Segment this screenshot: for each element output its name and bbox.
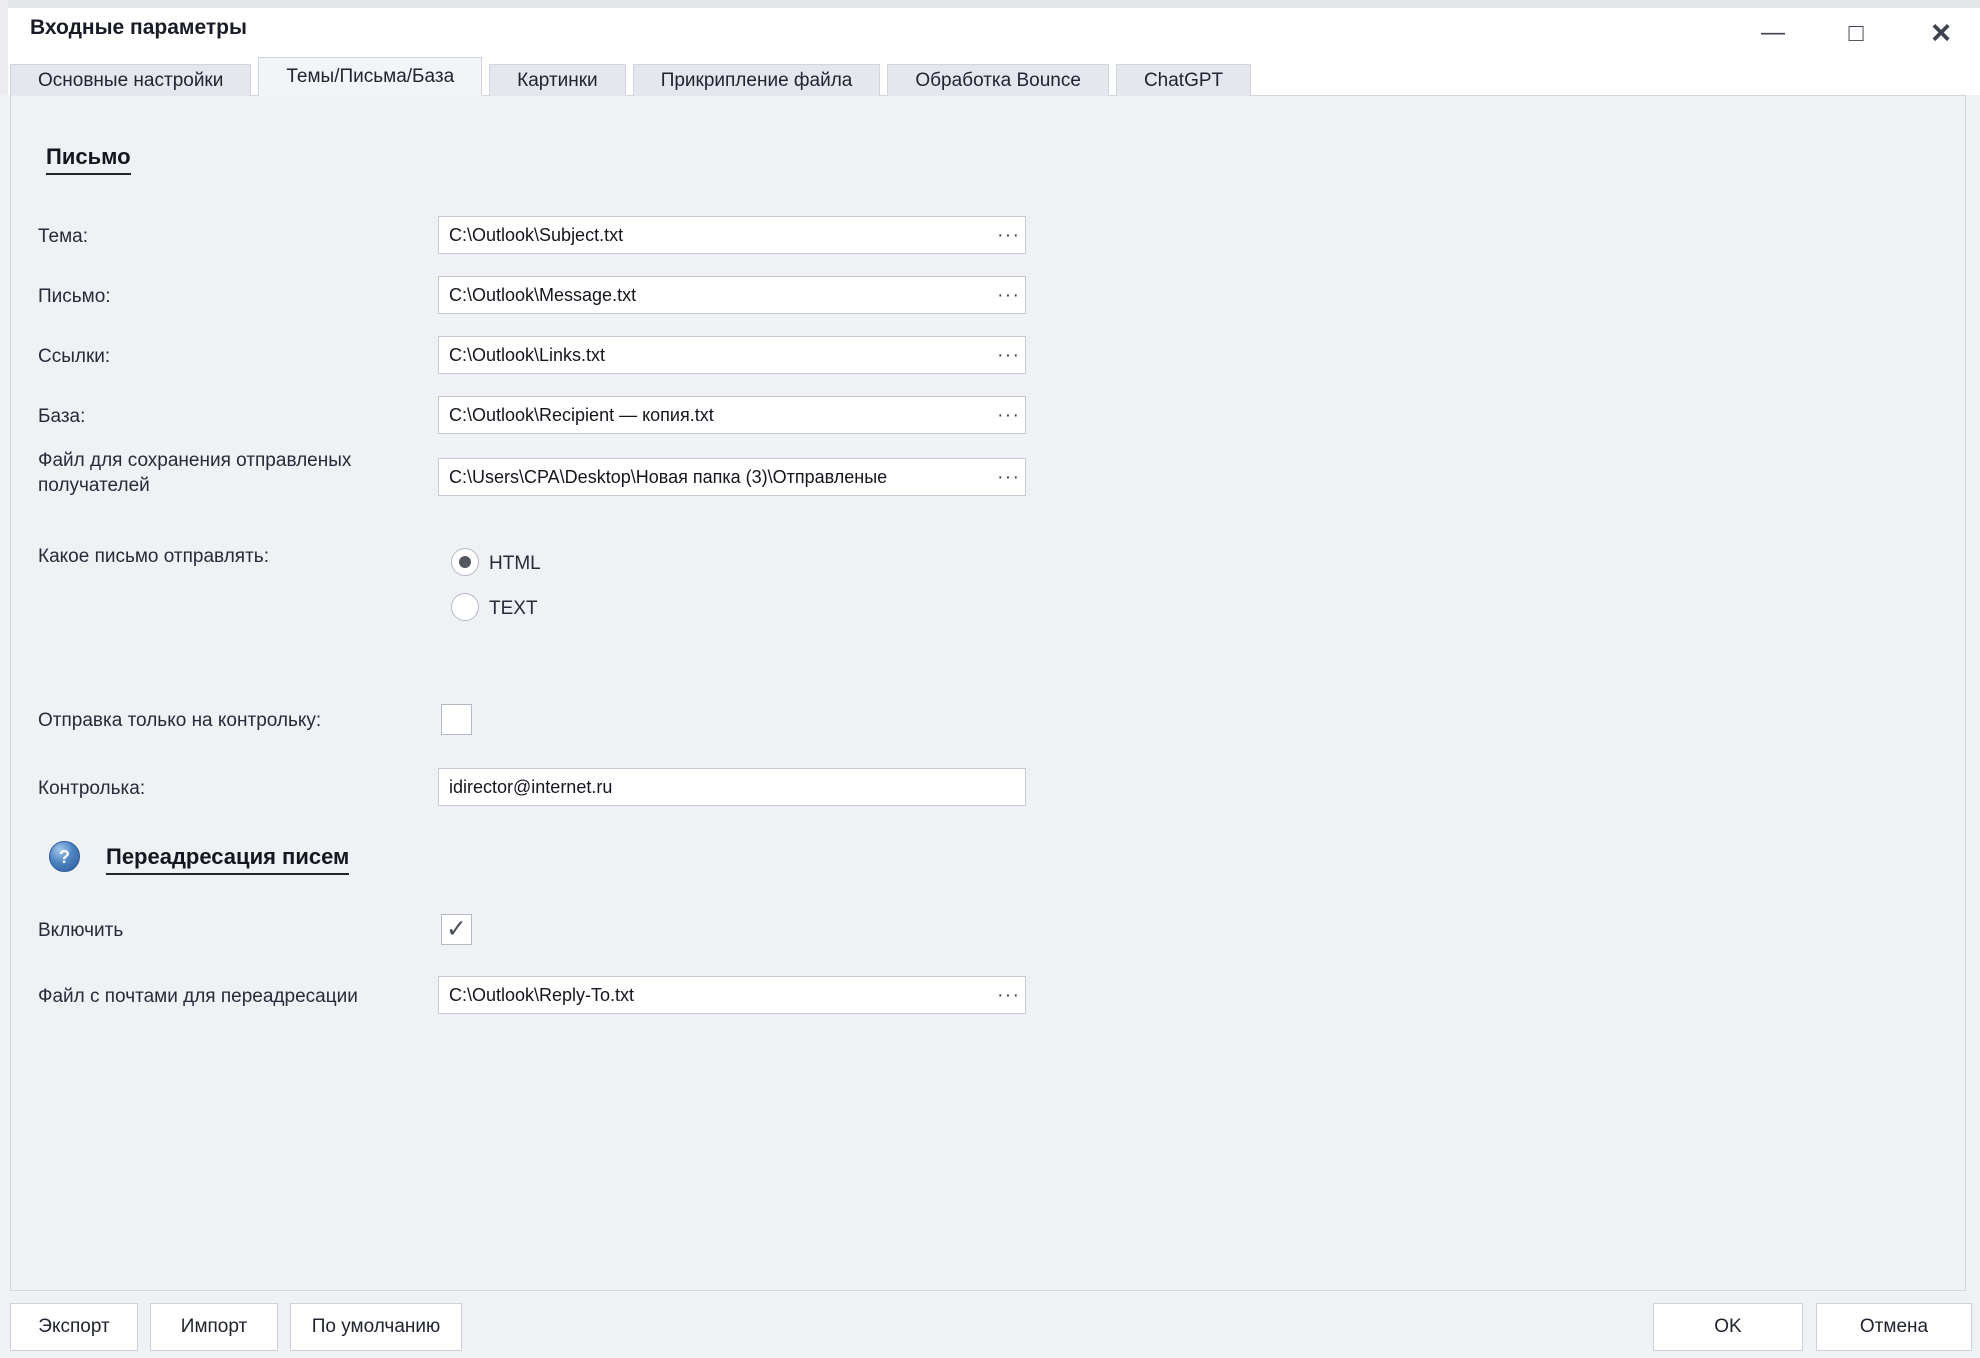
- minimize-button[interactable]: —: [1750, 10, 1796, 56]
- content-panel: Письмо Тема: ··· Письмо: ··· Ссылки: ···…: [10, 95, 1966, 1291]
- letter-section-heading: Письмо: [46, 144, 131, 175]
- ok-button[interactable]: OK: [1653, 1303, 1803, 1351]
- window-title: Входные параметры: [30, 16, 247, 40]
- links-browse-button[interactable]: ···: [991, 337, 1025, 373]
- tab-file-attachment[interactable]: Прикрипление файла: [633, 64, 881, 96]
- defaults-button[interactable]: По умолчанию: [290, 1303, 462, 1351]
- window-border-left: [0, 0, 8, 95]
- forwarding-section-heading: Переадресация писем: [106, 844, 349, 875]
- sent-recipients-file-label: Файл для сохранения отправленых получате…: [38, 448, 433, 498]
- close-icon: ×: [1931, 14, 1951, 53]
- input-parameters-dialog: { "window": { "title": "Входные параметр…: [0, 0, 1980, 1358]
- subject-browse-button[interactable]: ···: [991, 217, 1025, 253]
- base-label: База:: [38, 406, 85, 428]
- control-email-label: Контролька:: [38, 778, 145, 800]
- reply-to-file-label: Файл с почтами для переадресации: [38, 986, 358, 1008]
- tab-bar: Основные настройки Темы/Письма/База Карт…: [10, 57, 1258, 96]
- control-only-checkbox[interactable]: [441, 704, 472, 735]
- cancel-button[interactable]: Отмена: [1816, 1303, 1972, 1351]
- enable-forwarding-label: Включить: [38, 920, 123, 942]
- check-icon: ✓: [446, 915, 467, 943]
- radio-text-label[interactable]: TEXT: [489, 598, 538, 620]
- minimize-icon: —: [1761, 19, 1785, 47]
- radio-text[interactable]: [451, 593, 479, 621]
- radio-html-label[interactable]: HTML: [489, 553, 541, 575]
- radio-html[interactable]: [451, 548, 479, 576]
- subject-input[interactable]: [438, 216, 1026, 254]
- base-input[interactable]: [438, 396, 1026, 434]
- sent-recipients-file-input[interactable]: [438, 458, 1026, 496]
- tab-themes-letters-base[interactable]: Темы/Письма/База: [258, 57, 482, 96]
- links-label: Ссылки:: [38, 346, 110, 368]
- links-input[interactable]: [438, 336, 1026, 374]
- maximize-button[interactable]: □: [1833, 10, 1879, 56]
- control-only-label: Отправка только на контрольку:: [38, 710, 321, 732]
- tab-bounce-processing[interactable]: Обработка Bounce: [887, 64, 1109, 96]
- message-input[interactable]: [438, 276, 1026, 314]
- message-browse-button[interactable]: ···: [991, 277, 1025, 313]
- base-browse-button[interactable]: ···: [991, 397, 1025, 433]
- close-button[interactable]: ×: [1918, 10, 1964, 56]
- maximize-icon: □: [1848, 19, 1863, 48]
- send-type-label: Какое письмо отправлять:: [38, 546, 269, 568]
- message-label: Письмо:: [38, 286, 111, 308]
- import-button[interactable]: Импорт: [150, 1303, 278, 1351]
- subject-label: Тема:: [38, 226, 88, 248]
- tab-chatgpt[interactable]: ChatGPT: [1116, 64, 1251, 96]
- help-icon[interactable]: ?: [49, 841, 80, 872]
- reply-to-file-input[interactable]: [438, 976, 1026, 1014]
- tab-main-settings[interactable]: Основные настройки: [10, 64, 251, 96]
- window-border-top: [0, 0, 1980, 8]
- tab-pictures[interactable]: Картинки: [489, 64, 626, 96]
- export-button[interactable]: Экспорт: [10, 1303, 138, 1351]
- reply-to-browse-button[interactable]: ···: [991, 977, 1025, 1013]
- sent-recipients-browse-button[interactable]: ···: [991, 459, 1025, 495]
- control-email-input[interactable]: [438, 768, 1026, 806]
- enable-forwarding-checkbox[interactable]: ✓: [441, 914, 472, 945]
